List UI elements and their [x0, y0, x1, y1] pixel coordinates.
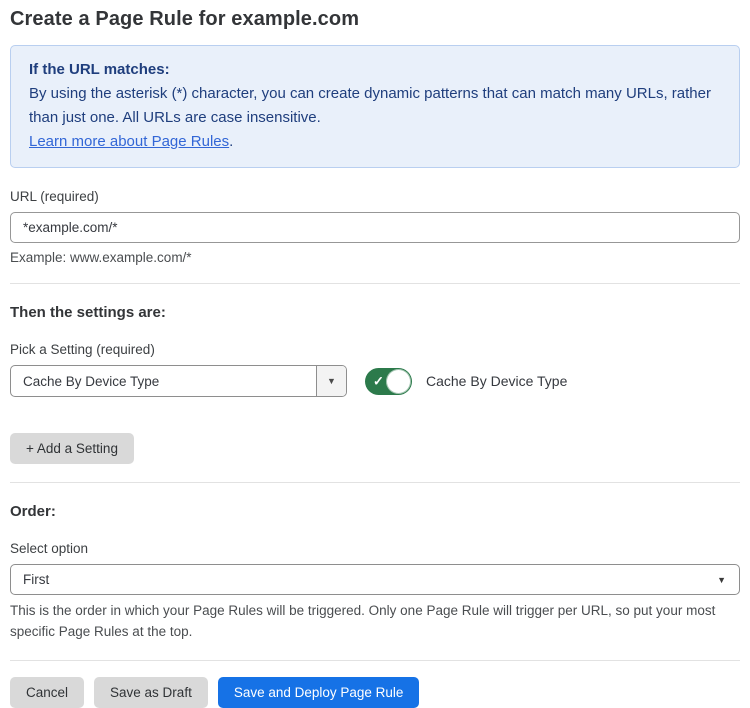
order-description: This is the order in which your Page Rul…	[10, 600, 740, 642]
toggle-knob	[386, 369, 411, 394]
setting-row: Cache By Device Type ▼ ✓ Cache By Device…	[10, 365, 740, 397]
page-title: Create a Page Rule for example.com	[10, 8, 740, 31]
learn-more-link[interactable]: Learn more about Page Rules	[29, 133, 229, 150]
info-callout-link-line: Learn more about Page Rules.	[29, 130, 721, 154]
settings-section-heading: Then the settings are:	[10, 304, 740, 321]
info-callout-heading: If the URL matches:	[29, 58, 721, 82]
url-input[interactable]	[10, 212, 740, 243]
order-select[interactable]: First ▼	[10, 564, 740, 595]
info-callout-body: By using the asterisk (*) character, you…	[29, 82, 721, 130]
url-field-label: URL (required)	[10, 189, 740, 204]
order-select-label: Select option	[10, 541, 740, 556]
check-icon: ✓	[373, 375, 384, 388]
save-draft-button[interactable]: Save as Draft	[94, 677, 208, 708]
order-select-value: First	[23, 572, 49, 587]
cache-device-toggle-group: ✓ Cache By Device Type	[365, 368, 567, 395]
cancel-button[interactable]: Cancel	[10, 677, 84, 708]
divider	[10, 283, 740, 284]
chevron-down-icon[interactable]: ▼	[316, 366, 346, 396]
footer-actions: Cancel Save as Draft Save and Deploy Pag…	[10, 677, 740, 708]
url-example-helper: Example: www.example.com/*	[10, 250, 740, 265]
divider	[10, 660, 740, 661]
pick-setting-label: Pick a Setting (required)	[10, 342, 740, 357]
setting-dropdown[interactable]: Cache By Device Type ▼	[10, 365, 347, 397]
chevron-down-icon: ▼	[717, 575, 726, 585]
link-period: .	[229, 133, 233, 150]
toggle-label: Cache By Device Type	[426, 373, 567, 389]
order-section-heading: Order:	[10, 503, 740, 520]
save-deploy-button[interactable]: Save and Deploy Page Rule	[218, 677, 420, 708]
add-setting-button[interactable]: + Add a Setting	[10, 433, 134, 464]
divider	[10, 482, 740, 483]
cache-device-toggle[interactable]: ✓	[365, 368, 412, 395]
setting-dropdown-value: Cache By Device Type	[11, 366, 316, 396]
url-match-info-callout: If the URL matches: By using the asteris…	[10, 45, 740, 168]
